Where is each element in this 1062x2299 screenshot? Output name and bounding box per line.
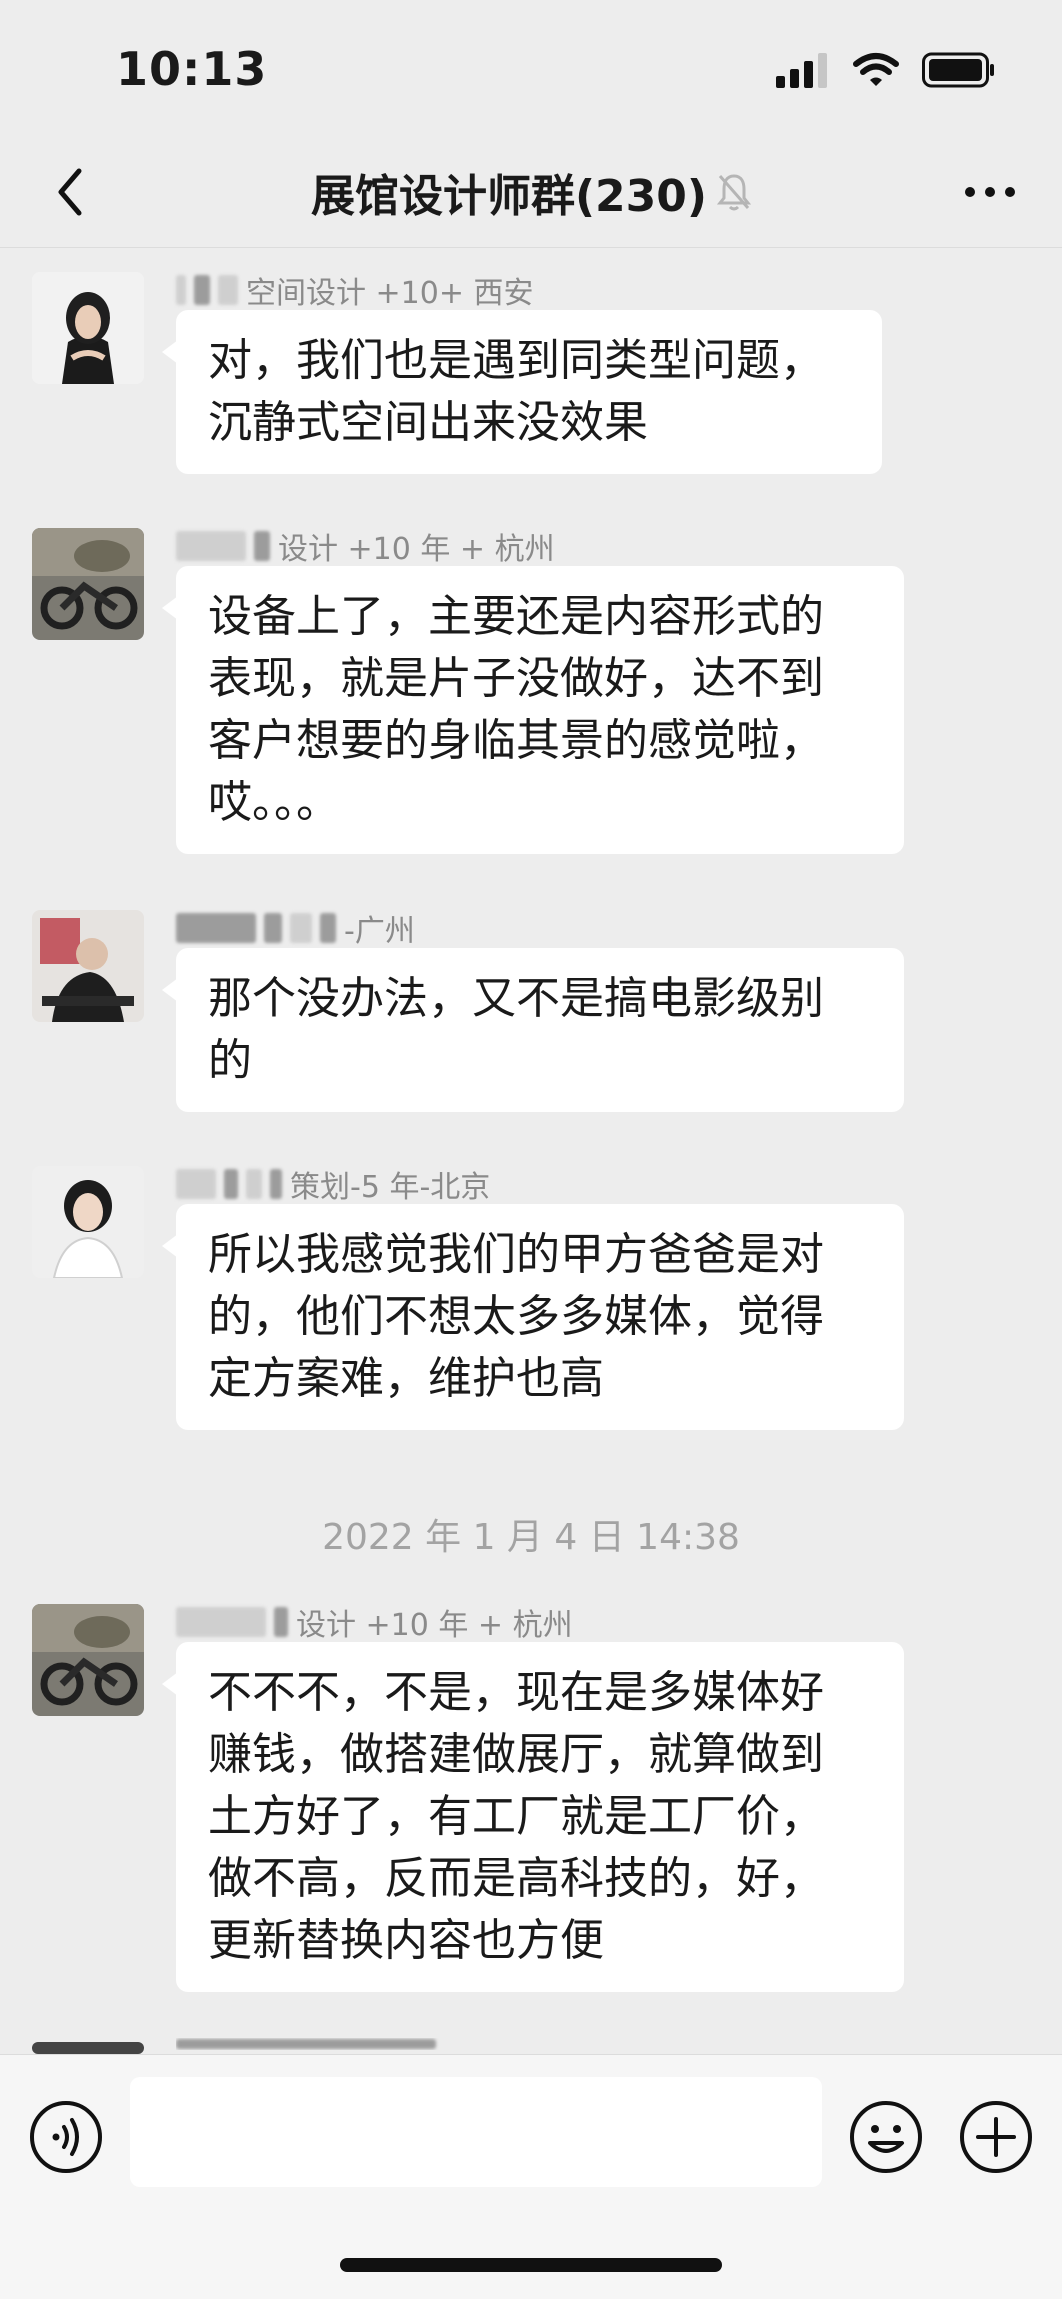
message-line: 那个没办法，又不是搞电影级别 — [208, 973, 824, 1024]
sender-name: 空间设计 +10+ 西安 — [176, 268, 534, 312]
sender-visible-text: 空间设计 +10+ 西安 — [246, 276, 534, 311]
group-title: 展馆设计师群(230) — [310, 171, 708, 222]
avatar[interactable] — [32, 1604, 144, 1716]
sender-name: 设计 +10 年 + 杭州 — [176, 1600, 573, 1644]
ellipsis-icon — [965, 187, 1015, 197]
avatar[interactable] — [32, 1166, 144, 1278]
sender-name: -广州 — [176, 906, 415, 950]
more-options-button[interactable] — [954, 162, 1026, 222]
sender-visible-text: 设计 +10 年 + 杭州 — [278, 532, 555, 567]
chat-nav-bar: 展馆设计师群(230) — [0, 140, 1062, 248]
message-line: 做不高，反而是高科技的，好， — [208, 1853, 824, 1904]
cellular-signal-icon — [776, 53, 827, 88]
message-line: 客户想要的身临其景的感觉啦， — [208, 715, 824, 766]
chat-message-list[interactable]: 空间设计 +10+ 西安 对，我们也是遇到同类型问题， 沉静式空间出来没效果 设… — [0, 248, 1062, 2054]
avatar[interactable] — [32, 272, 144, 384]
message-line: 对，我们也是遇到同类型问题， — [208, 335, 824, 386]
message-line: 哎。。。 — [208, 777, 340, 828]
message-line: 的，他们不想太多多媒体，觉得 — [208, 1291, 824, 1342]
message-line: 沉静式空间出来没效果 — [208, 397, 648, 448]
sender-visible-text: 策划-5 年-北京 — [290, 1170, 491, 1205]
chat-timestamp: 2022 年 1 月 4 日 14:38 — [322, 1517, 740, 1558]
status-time: 10:13 — [116, 42, 268, 96]
avatar[interactable] — [32, 910, 144, 1022]
avatar[interactable] — [32, 2042, 144, 2054]
message-line: 赚钱，做搭建做展厅，就算做到 — [208, 1729, 824, 1780]
message-bubble[interactable]: 不不不，不是，现在是多媒体好 赚钱，做搭建做展厅，就算做到 土方好了，有工厂就是… — [162, 1642, 904, 1992]
sender-name: 设计 +10 年 + 杭州 — [176, 524, 555, 568]
emoji-icon — [850, 2101, 922, 2173]
bell-muted-icon — [717, 174, 752, 211]
message-bubble[interactable]: 设备上了，主要还是内容形式的 表现，就是片子没做好，达不到 客户想要的身临其景的… — [162, 566, 904, 854]
message-bubble[interactable]: 对，我们也是遇到同类型问题， 沉静式空间出来没效果 — [162, 310, 882, 474]
message-line: 定方案难，维护也高 — [208, 1353, 604, 1404]
sender-visible-text: -广州 — [344, 914, 415, 949]
message-line: 所以我感觉我们的甲方爸爸是对 — [208, 1229, 824, 1280]
voice-input-icon — [30, 2101, 102, 2173]
battery-icon — [922, 52, 994, 88]
voice-input-button[interactable] — [28, 2099, 104, 2175]
message-line: 不不不，不是，现在是多媒体好 — [208, 1667, 824, 1718]
message-bubble[interactable]: 那个没办法，又不是搞电影级别 的 — [162, 948, 904, 1112]
nav-title-group: 展馆设计师群(230) — [0, 162, 1062, 222]
message-line: 的 — [208, 1035, 252, 1086]
message-bubble[interactable]: 所以我感觉我们的甲方爸爸是对 的，他们不想太多多媒体，觉得 定方案难，维护也高 — [162, 1204, 904, 1430]
sender-name-partial — [176, 2038, 444, 2050]
avatar[interactable] — [32, 528, 144, 640]
wifi-icon — [853, 53, 899, 86]
message-line: 设备上了，主要还是内容形式的 — [208, 591, 824, 642]
message-line: 土方好了，有工厂就是工厂价， — [208, 1791, 824, 1842]
status-icons — [776, 50, 996, 90]
status-bar: 10:13 — [0, 0, 1062, 140]
plus-circle-icon — [960, 2101, 1032, 2173]
message-line: 更新替换内容也方便 — [208, 1915, 604, 1966]
sender-name: 策划-5 年-北京 — [176, 1162, 490, 1206]
emoji-button[interactable] — [848, 2099, 924, 2175]
home-indicator — [340, 2258, 722, 2272]
more-actions-button[interactable] — [958, 2099, 1034, 2175]
message-line: 表现，就是片子没做好，达不到 — [208, 653, 824, 704]
sender-visible-text: 设计 +10 年 + 杭州 — [296, 1608, 573, 1643]
message-input[interactable] — [130, 2077, 822, 2187]
